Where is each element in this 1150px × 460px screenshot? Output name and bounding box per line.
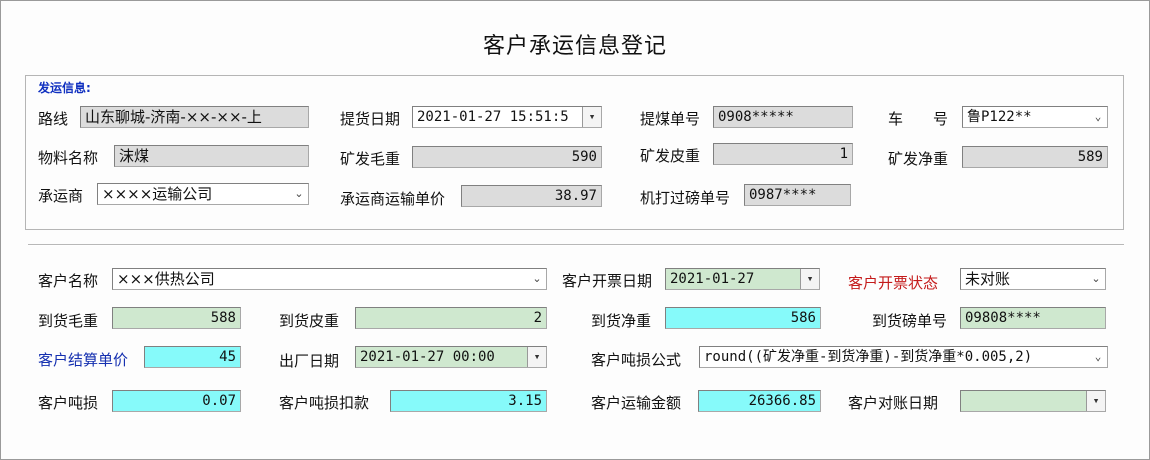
chevron-down-icon[interactable]: ⌄	[1089, 347, 1107, 367]
chevron-down-icon[interactable]: ▾	[527, 347, 546, 367]
vehicle-label: 车 号	[888, 110, 949, 128]
pickup-date-picker[interactable]: 2021-01-27 15:51:5 ▾	[412, 106, 602, 128]
arrival-weigh-no-field[interactable]: 09808****	[960, 307, 1106, 329]
loss-deduction-field[interactable]: 3.15	[390, 390, 547, 412]
pickup-date-label: 提货日期	[340, 110, 401, 128]
ton-loss-field[interactable]: 0.07	[112, 390, 241, 412]
loss-formula-label: 客户吨损公式	[591, 351, 682, 369]
route-label: 路线	[38, 110, 69, 128]
customer-name-label: 客户名称	[38, 272, 99, 290]
chevron-down-icon[interactable]: ⌄	[1089, 107, 1107, 127]
arrival-tare-field[interactable]: 2	[355, 307, 547, 329]
pickup-date-value: 2021-01-27 15:51:5	[417, 109, 569, 125]
loss-formula-select[interactable]: round((矿发净重-到货净重)-到货净重*0.005,2) ⌄	[699, 346, 1108, 368]
machine-weigh-no-label: 机打过磅单号	[640, 189, 731, 207]
shipping-info-group-label: 发运信息:	[38, 81, 91, 95]
loss-deduction-label: 客户吨损扣款	[279, 394, 370, 412]
customer-name-value: ×××供热公司	[117, 270, 215, 288]
mine-gross-field[interactable]: 590	[412, 146, 602, 168]
transport-amount-field[interactable]: 26366.85	[698, 390, 821, 412]
departure-date-label: 出厂日期	[279, 352, 340, 370]
chevron-down-icon[interactable]: ⌄	[1087, 269, 1105, 289]
material-field[interactable]: 沫煤	[114, 145, 309, 167]
mine-net-field[interactable]: 589	[962, 146, 1108, 168]
transport-amount-label: 客户运输金额	[591, 394, 682, 412]
invoice-date-label: 客户开票日期	[562, 272, 653, 290]
departure-date-picker[interactable]: 2021-01-27 00:00 ▾	[355, 346, 547, 368]
chevron-down-icon[interactable]: ▾	[582, 107, 601, 127]
mine-net-label: 矿发净重	[888, 150, 949, 168]
invoice-status-select[interactable]: 未对账 ⌄	[960, 268, 1106, 290]
vehicle-select[interactable]: 鲁P122** ⌄	[962, 106, 1108, 128]
arrival-net-field[interactable]: 586	[665, 307, 821, 329]
route-field[interactable]: 山东聊城-济南-××-××-上	[80, 106, 309, 128]
mine-gross-label: 矿发毛重	[340, 150, 401, 168]
invoice-date-picker[interactable]: 2021-01-27 ▾	[665, 268, 820, 290]
chevron-down-icon[interactable]: ▾	[800, 269, 819, 289]
chevron-down-icon[interactable]: ▾	[1086, 391, 1105, 411]
mine-tare-field[interactable]: 1	[713, 143, 853, 165]
customer-name-select[interactable]: ×××供热公司 ⌄	[112, 268, 547, 290]
ton-loss-label: 客户吨损	[38, 394, 99, 412]
loss-formula-value: round((矿发净重-到货净重)-到货净重*0.005,2)	[704, 349, 1033, 365]
reconcile-date-picker[interactable]: ▾	[960, 390, 1106, 412]
invoice-status-value: 未对账	[965, 270, 1011, 288]
machine-weigh-no-field[interactable]: 0987****	[744, 184, 851, 206]
chevron-down-icon[interactable]: ⌄	[290, 184, 308, 204]
material-label: 物料名称	[38, 149, 99, 167]
carrier-unit-price-field[interactable]: 38.97	[461, 185, 602, 207]
mine-tare-label: 矿发皮重	[640, 147, 701, 165]
reconcile-date-label: 客户对账日期	[848, 394, 939, 412]
carrier-label: 承运商	[38, 187, 84, 205]
invoice-date-value: 2021-01-27	[670, 271, 755, 287]
coal-order-no-label: 提煤单号	[640, 110, 701, 128]
carrier-select[interactable]: ××××运输公司 ⌄	[97, 183, 309, 205]
vehicle-value: 鲁P122**	[967, 109, 1032, 125]
carrier-value: ××××运输公司	[102, 185, 213, 203]
section-divider-highlight	[28, 245, 1124, 246]
page-title: 客户承运信息登记	[482, 34, 667, 59]
arrival-net-label: 到货净重	[591, 312, 652, 330]
invoice-status-label: 客户开票状态	[848, 274, 939, 292]
settle-price-field[interactable]: 45	[144, 346, 241, 368]
chevron-down-icon[interactable]: ⌄	[528, 269, 546, 289]
departure-date-value: 2021-01-27 00:00	[360, 349, 495, 365]
arrival-gross-field[interactable]: 588	[112, 307, 241, 329]
settle-price-label: 客户结算单价	[38, 351, 129, 369]
arrival-tare-label: 到货皮重	[279, 312, 340, 330]
arrival-weigh-no-label: 到货磅单号	[872, 312, 948, 330]
arrival-gross-label: 到货毛重	[38, 312, 99, 330]
carrier-unit-price-label: 承运商运输单价	[340, 190, 446, 208]
coal-order-no-field[interactable]: 0908*****	[713, 106, 853, 128]
